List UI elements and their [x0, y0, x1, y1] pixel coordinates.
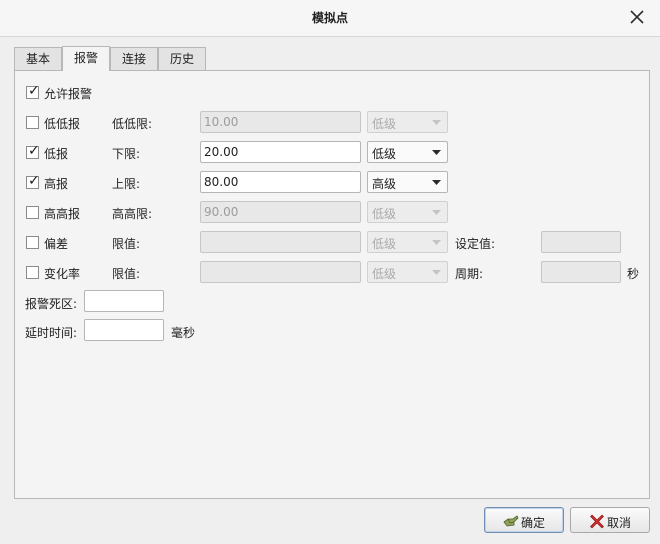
lolo-label: 低低报 — [44, 117, 81, 131]
delay-label: 延时时间: — [25, 326, 78, 340]
ok-button-label: 确定 — [521, 516, 546, 530]
setpoint-input[interactable] — [541, 231, 621, 253]
deadband-label: 报警死区: — [25, 297, 78, 311]
red-x-icon — [590, 514, 604, 529]
period-unit-label: 秒 — [627, 267, 640, 281]
ok-button[interactable]: 确定 — [484, 507, 564, 533]
lolo-limit-input[interactable] — [200, 111, 361, 133]
hi-limit-input[interactable] — [200, 171, 361, 193]
deviation-level-select[interactable]: 低级 — [367, 231, 448, 253]
lolo-limit-label: 低低限: — [112, 117, 153, 131]
chevron-down-icon — [432, 180, 441, 185]
chevron-down-icon — [432, 210, 441, 215]
deviation-limit-label: 限值: — [112, 237, 141, 251]
lo-label: 低报 — [44, 147, 69, 161]
close-icon — [630, 10, 644, 24]
period-input[interactable] — [541, 261, 621, 283]
rate-of-change-level-value: 低级 — [372, 267, 397, 281]
check-mark-icon: ✓ — [28, 143, 40, 159]
lo-level-select[interactable]: 低级 — [367, 141, 448, 163]
lo-limit-label: 下限: — [112, 147, 141, 161]
chevron-down-icon — [432, 150, 441, 155]
deviation-level-value: 低级 — [372, 237, 397, 251]
hihi-level-select[interactable]: 低级 — [367, 201, 448, 223]
hihi-label: 高高报 — [44, 207, 81, 221]
checkmark-hand-icon — [503, 515, 519, 527]
hihi-checkbox[interactable] — [26, 206, 39, 219]
tab-history[interactable]: 历史 — [158, 47, 206, 70]
hihi-limit-label: 高高限: — [112, 207, 153, 221]
tab-connection[interactable]: 连接 — [110, 47, 158, 70]
rate-of-change-label: 变化率 — [44, 267, 81, 281]
tab-basic[interactable]: 基本 — [14, 47, 62, 70]
deviation-checkbox[interactable] — [26, 236, 39, 249]
check-mark-icon: ✓ — [28, 83, 40, 99]
rate-of-change-limit-input[interactable] — [200, 261, 361, 283]
hihi-level-value: 低级 — [372, 207, 397, 221]
lo-checkbox[interactable]: ✓ — [26, 143, 40, 159]
rate-of-change-limit-label: 限值: — [112, 267, 141, 281]
rate-of-change-checkbox[interactable] — [26, 266, 39, 279]
setpoint-label: 设定值: — [455, 237, 496, 251]
lolo-checkbox[interactable] — [26, 116, 39, 129]
tab-alarm[interactable]: 报警 — [62, 46, 110, 71]
deviation-label: 偏差 — [44, 237, 69, 251]
title-bar: 模拟点 — [0, 0, 660, 37]
lolo-level-value: 低级 — [372, 117, 397, 131]
enable-alarm-label: 允许报警 — [44, 87, 93, 101]
chevron-down-icon — [432, 240, 441, 245]
lolo-level-select[interactable]: 低级 — [367, 111, 448, 133]
delay-unit-label: 毫秒 — [171, 326, 196, 340]
deviation-limit-input[interactable] — [200, 231, 361, 253]
enable-alarm-checkbox[interactable]: ✓ — [26, 83, 40, 99]
lo-limit-input[interactable] — [200, 141, 361, 163]
hi-limit-label: 上限: — [112, 177, 141, 191]
cancel-button-label: 取消 — [607, 516, 632, 530]
deadband-input[interactable] — [84, 290, 164, 312]
check-mark-icon: ✓ — [28, 173, 40, 189]
close-button[interactable] — [628, 8, 646, 26]
alarm-panel — [14, 70, 650, 499]
hihi-limit-input[interactable] — [200, 201, 361, 223]
rate-of-change-level-select[interactable]: 低级 — [367, 261, 448, 283]
delay-input[interactable] — [84, 319, 164, 341]
chevron-down-icon — [432, 270, 441, 275]
cancel-button[interactable]: 取消 — [570, 507, 650, 533]
chevron-down-icon — [432, 120, 441, 125]
window-title: 模拟点 — [311, 11, 348, 25]
hi-level-value: 高级 — [372, 177, 397, 191]
lo-level-value: 低级 — [372, 147, 397, 161]
hi-label: 高报 — [44, 177, 69, 191]
dialog-window: 模拟点 基本 报警 连接 历史 ✓ 允许报警 低低报 低低限: 低级 ✓ 低报 … — [0, 0, 660, 544]
hi-level-select[interactable]: 高级 — [367, 171, 448, 193]
hi-checkbox[interactable]: ✓ — [26, 173, 40, 189]
period-label: 周期: — [455, 267, 484, 281]
